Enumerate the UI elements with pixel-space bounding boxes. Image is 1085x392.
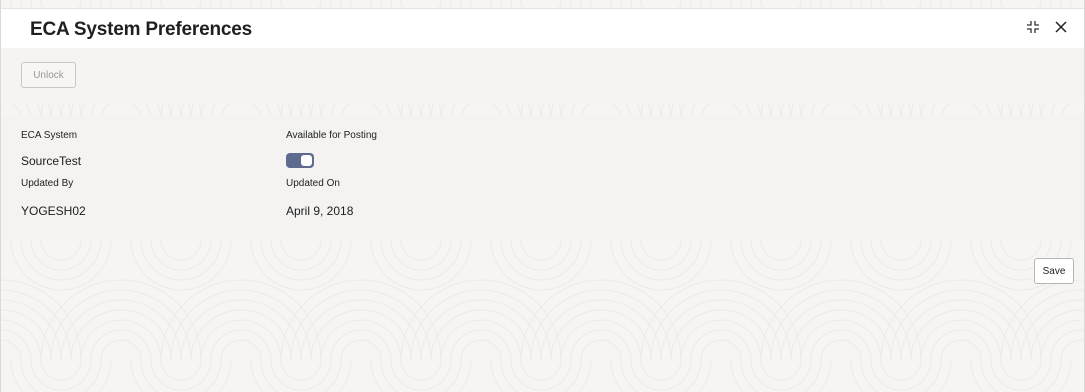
updated-on-value: April 9, 2018 (286, 204, 354, 218)
preferences-form: ECA System Available for Posting SourceT… (1, 116, 1084, 240)
eca-system-label: ECA System (21, 130, 78, 141)
page-title: ECA System Preferences (30, 19, 252, 40)
toolbar: Unlock (1, 48, 1084, 103)
eca-system-value: SourceTest (21, 154, 82, 168)
updated-by-value: YOGESH02 (21, 204, 86, 218)
toggle-knob (301, 155, 312, 166)
close-icon[interactable] (1052, 18, 1070, 36)
updated-by-label: Updated By (21, 178, 74, 189)
collapse-icon[interactable] (1024, 18, 1042, 36)
available-for-posting-label: Available for Posting (286, 130, 377, 141)
updated-on-label: Updated On (286, 178, 340, 189)
eca-system-preferences-window: ECA System Preferences Unlock ECA System… (0, 0, 1085, 392)
unlock-button[interactable]: Unlock (21, 62, 76, 88)
window-header: ECA System Preferences (1, 8, 1084, 49)
save-button[interactable]: Save (1034, 258, 1074, 284)
available-for-posting-toggle[interactable] (286, 153, 314, 168)
window-controls (1024, 18, 1070, 36)
